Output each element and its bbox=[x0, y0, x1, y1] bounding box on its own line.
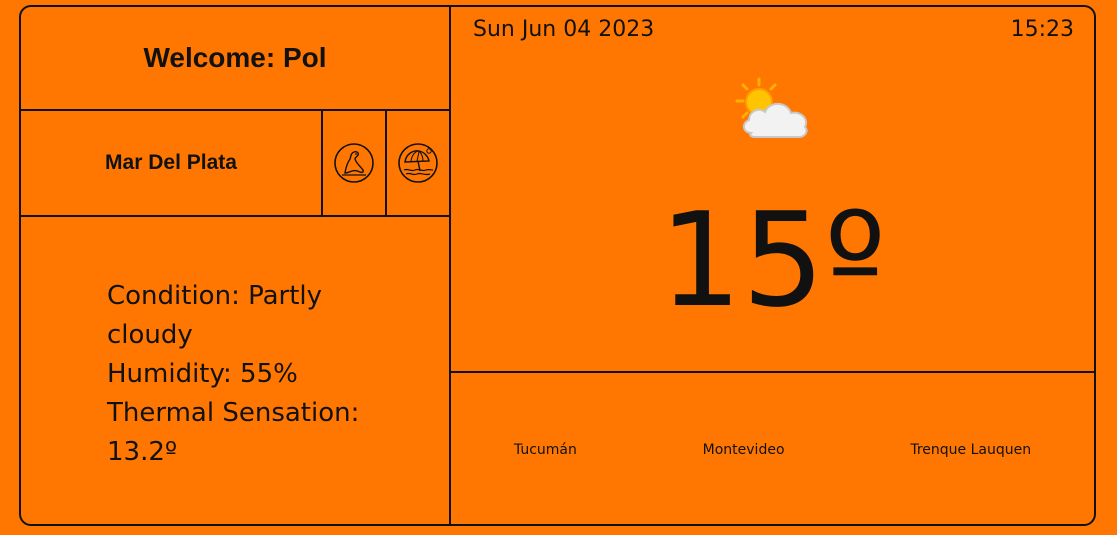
location-row: Mar Del Plata bbox=[21, 111, 449, 217]
weather-card: Welcome: Pol Mar Del Plata Condition: Pa… bbox=[19, 5, 1096, 526]
other-cities-list: Tucumán Montevideo Trenque Lauquen bbox=[451, 373, 1094, 524]
temperature: 15º bbox=[659, 184, 886, 336]
right-panel: Sun Jun 04 2023 15:23 15º Tucumán Montev… bbox=[451, 7, 1094, 524]
left-panel: Welcome: Pol Mar Del Plata Condition: Pa… bbox=[21, 7, 451, 524]
city-link-tucuman[interactable]: Tucumán bbox=[514, 442, 577, 458]
sea-lion-icon bbox=[334, 143, 374, 183]
city-name: Mar Del Plata bbox=[21, 111, 323, 215]
condition-text: Condition: Partly cloudy bbox=[107, 281, 323, 350]
humidity-text: Humidity: 55% bbox=[107, 359, 298, 389]
sea-lion-button[interactable] bbox=[323, 111, 387, 215]
date-label: Sun Jun 04 2023 bbox=[473, 17, 655, 42]
beach-umbrella-icon bbox=[398, 143, 438, 183]
weather-details: Condition: Partly cloudy Humidity: 55% T… bbox=[107, 277, 407, 472]
current-weather: Sun Jun 04 2023 15:23 15º bbox=[451, 7, 1094, 373]
welcome-header: Welcome: Pol bbox=[21, 7, 449, 111]
partly-cloudy-icon bbox=[735, 77, 808, 138]
thermal-sensation-text: Thermal Sensation: 13.2º bbox=[107, 398, 360, 467]
city-link-montevideo[interactable]: Montevideo bbox=[703, 442, 785, 458]
time-label: 15:23 bbox=[1010, 17, 1074, 42]
city-link-trenque-lauquen[interactable]: Trenque Lauquen bbox=[910, 442, 1031, 458]
beach-button[interactable] bbox=[387, 111, 449, 215]
